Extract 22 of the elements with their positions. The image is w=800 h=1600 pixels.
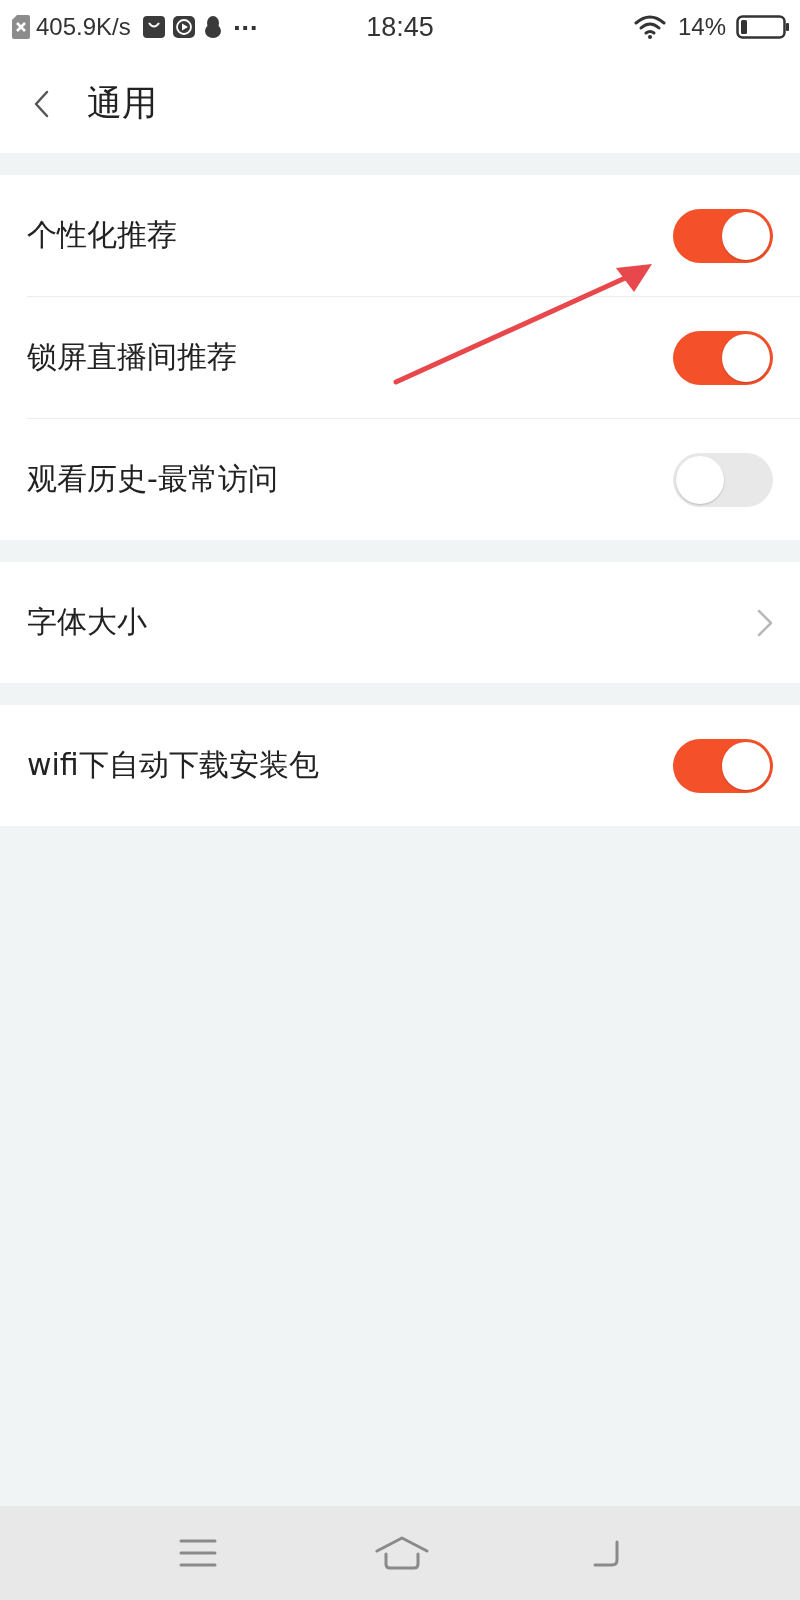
clock-time: 18:45 (366, 11, 434, 43)
chevron-icon[interactable] (757, 608, 773, 637)
play-icon (172, 16, 195, 38)
network-speed: 405.9K/s (36, 13, 131, 41)
toggle-switch[interactable] (673, 330, 773, 385)
toggle-switch[interactable] (673, 738, 773, 793)
page-title: 通用 (87, 82, 157, 125)
setting-label: 字体大小 (27, 603, 147, 641)
battery-icon (736, 15, 790, 39)
more-indicator: ··· (232, 14, 258, 40)
wifi-icon (633, 15, 668, 39)
toggle-switch[interactable] (673, 452, 773, 507)
bag-icon (142, 16, 165, 38)
setting-label: 个性化推荐 (27, 216, 177, 254)
menu-icon[interactable] (179, 1538, 217, 1568)
home-icon[interactable] (375, 1536, 429, 1570)
setting-label: 观看历史-最常访问 (27, 460, 278, 498)
setting-label: wifi下自动下载安装包 (27, 746, 319, 784)
sim-icon (12, 15, 30, 39)
battery-percent: 14% (677, 13, 726, 41)
toggle-switch[interactable] (673, 208, 773, 263)
setting-label: 锁屏直播间推荐 (27, 338, 237, 376)
